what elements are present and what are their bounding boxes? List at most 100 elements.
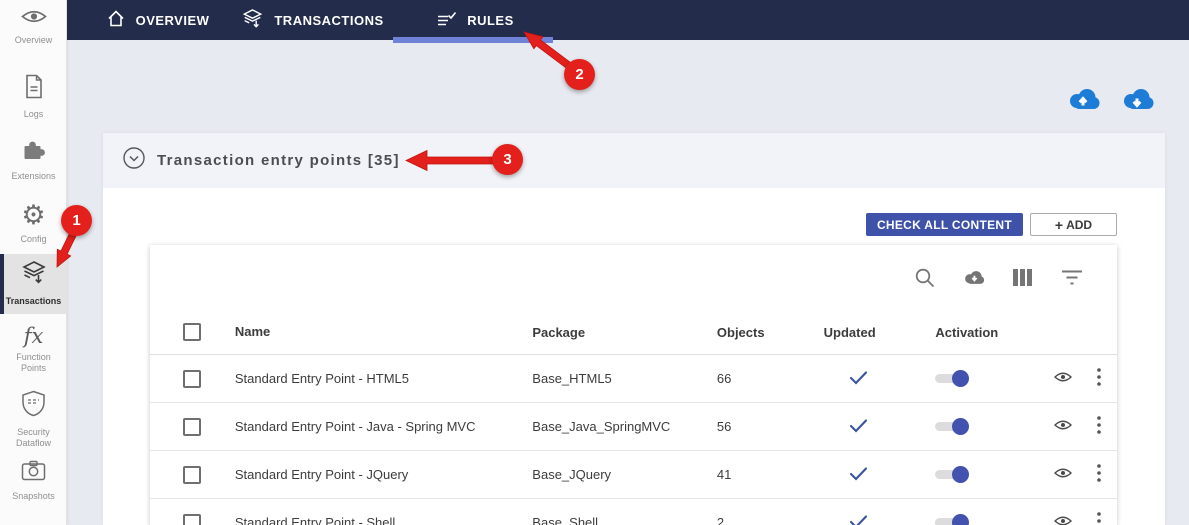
- left-sidebar: Overview Logs Extensions ⚙ Config Transa…: [0, 0, 67, 525]
- annotation-circle-3: 3: [492, 144, 523, 175]
- fx-icon: fx: [24, 326, 44, 347]
- cell-objects: 41: [717, 467, 824, 482]
- view-eye-icon[interactable]: [1054, 371, 1072, 386]
- cell-package: Base_Shell: [532, 515, 717, 525]
- cell-objects: 66: [717, 371, 824, 386]
- tab-transactions[interactable]: TRANSACTIONS: [230, 0, 395, 40]
- sidebar-item-label: Security Dataflow: [3, 427, 65, 450]
- row-checkbox[interactable]: [183, 514, 201, 525]
- column-header-activation: Activation: [935, 325, 1045, 340]
- home-icon: [106, 9, 126, 31]
- updated-check-icon: [849, 466, 868, 484]
- activation-toggle[interactable]: [935, 418, 969, 435]
- view-eye-icon[interactable]: [1054, 515, 1072, 525]
- add-button-label: ADD: [1066, 218, 1092, 232]
- chevron-down-circle-icon[interactable]: [123, 147, 145, 174]
- cloud-download-icon: [1120, 87, 1154, 111]
- table-row: Standard Entry Point - JQuery Base_JQuer…: [150, 451, 1117, 499]
- activation-toggle[interactable]: [935, 466, 969, 483]
- cell-objects: 56: [717, 419, 824, 434]
- cell-package: Base_JQuery: [532, 467, 717, 482]
- section-title: Transaction entry points [35]: [157, 152, 400, 169]
- activation-toggle[interactable]: [935, 370, 969, 387]
- column-header-package: Package: [532, 325, 717, 340]
- cloud-upload-button[interactable]: [1066, 87, 1100, 111]
- active-tab-indicator: [393, 37, 553, 43]
- camera-icon: [21, 460, 46, 486]
- columns-icon[interactable]: [1012, 267, 1034, 289]
- table-header-row: Name Package Objects Updated Activation: [150, 310, 1117, 355]
- section-header: Transaction entry points [35]: [103, 133, 1165, 188]
- sidebar-item-logs[interactable]: Logs: [0, 74, 67, 120]
- view-eye-icon[interactable]: [1054, 419, 1072, 434]
- sidebar-item-label: Snapshots: [12, 491, 55, 502]
- updated-check-icon: [849, 418, 868, 436]
- search-icon[interactable]: [914, 267, 936, 289]
- cell-name: Standard Entry Point - Java - Spring MVC: [235, 418, 532, 436]
- table-toolbar: [914, 245, 1117, 310]
- view-eye-icon[interactable]: [1054, 467, 1072, 482]
- select-all-checkbox[interactable]: [183, 323, 201, 341]
- kebab-menu-icon[interactable]: [1097, 368, 1101, 389]
- tab-overview[interactable]: OVERVIEW: [85, 0, 230, 40]
- table-body: Standard Entry Point - HTML5 Base_HTML5 …: [150, 355, 1117, 525]
- gear-icon: ⚙: [21, 202, 45, 229]
- cloud-download-icon[interactable]: [963, 267, 985, 289]
- cell-objects: 2: [717, 515, 824, 525]
- cell-name: Standard Entry Point - HTML5: [235, 370, 532, 388]
- sidebar-item-label: Function Points: [3, 352, 65, 375]
- column-header-updated: Updated: [824, 325, 936, 340]
- entry-points-table-card: Name Package Objects Updated Activation …: [150, 245, 1117, 525]
- layers-icon: [241, 8, 264, 33]
- sidebar-item-extensions[interactable]: Extensions: [0, 138, 67, 182]
- column-header-name: Name: [235, 323, 532, 341]
- sidebar-item-config[interactable]: ⚙ Config: [0, 202, 67, 245]
- updated-check-icon: [849, 514, 868, 525]
- sidebar-item-label: Overview: [15, 35, 53, 46]
- column-header-objects: Objects: [717, 325, 824, 340]
- tab-label: OVERVIEW: [136, 13, 210, 28]
- table-row: Standard Entry Point - HTML5 Base_HTML5 …: [150, 355, 1117, 403]
- annotation-circle-2: 2: [564, 59, 595, 90]
- cloud-download-button[interactable]: [1120, 87, 1154, 111]
- annotation-circle-1: 1: [61, 205, 92, 236]
- cell-package: Base_HTML5: [532, 371, 717, 386]
- tab-label: RULES: [467, 13, 514, 28]
- cell-name: Standard Entry Point - JQuery: [235, 466, 532, 484]
- sidebar-item-function-points[interactable]: fx Function Points: [0, 326, 67, 375]
- sidebar-item-label: Extensions: [11, 171, 55, 182]
- sidebar-item-transactions[interactable]: Transactions: [0, 254, 67, 314]
- rules-checklist-icon: [436, 9, 457, 31]
- sidebar-item-label: Logs: [24, 109, 44, 120]
- shield-icon: [21, 390, 46, 422]
- kebab-menu-icon[interactable]: [1097, 464, 1101, 485]
- sidebar-item-label: Config: [20, 234, 46, 245]
- updated-check-icon: [849, 370, 868, 388]
- check-all-content-button[interactable]: CHECK ALL CONTENT: [866, 213, 1023, 236]
- table-row: Standard Entry Point - Java - Spring MVC…: [150, 403, 1117, 451]
- row-checkbox[interactable]: [183, 370, 201, 388]
- layers-icon: [20, 260, 48, 291]
- puzzle-icon: [21, 138, 46, 166]
- cell-name: Standard Entry Point - Shell: [235, 514, 532, 525]
- sidebar-item-security-dataflow[interactable]: Security Dataflow: [0, 390, 67, 450]
- sidebar-item-label: Transactions: [6, 296, 62, 307]
- plus-icon: +: [1055, 218, 1063, 232]
- filter-icon[interactable]: [1061, 267, 1083, 289]
- top-navigation: OVERVIEW TRANSACTIONS RULES: [67, 0, 1189, 40]
- table-row: Standard Entry Point - Shell Base_Shell …: [150, 499, 1117, 525]
- activation-toggle[interactable]: [935, 514, 969, 525]
- add-button[interactable]: + ADD: [1030, 213, 1117, 236]
- sidebar-item-overview[interactable]: Overview: [0, 8, 67, 46]
- kebab-menu-icon[interactable]: [1097, 416, 1101, 437]
- kebab-menu-icon[interactable]: [1097, 512, 1101, 525]
- tab-rules[interactable]: RULES: [395, 0, 555, 40]
- cell-package: Base_Java_SpringMVC: [532, 419, 717, 434]
- row-checkbox[interactable]: [183, 418, 201, 436]
- tab-label: TRANSACTIONS: [274, 13, 383, 28]
- row-checkbox[interactable]: [183, 466, 201, 484]
- cloud-upload-icon: [1066, 87, 1100, 111]
- document-icon: [24, 74, 44, 104]
- rules-panel: Transaction entry points [35] CHECK ALL …: [103, 133, 1165, 525]
- sidebar-item-snapshots[interactable]: Snapshots: [0, 460, 67, 502]
